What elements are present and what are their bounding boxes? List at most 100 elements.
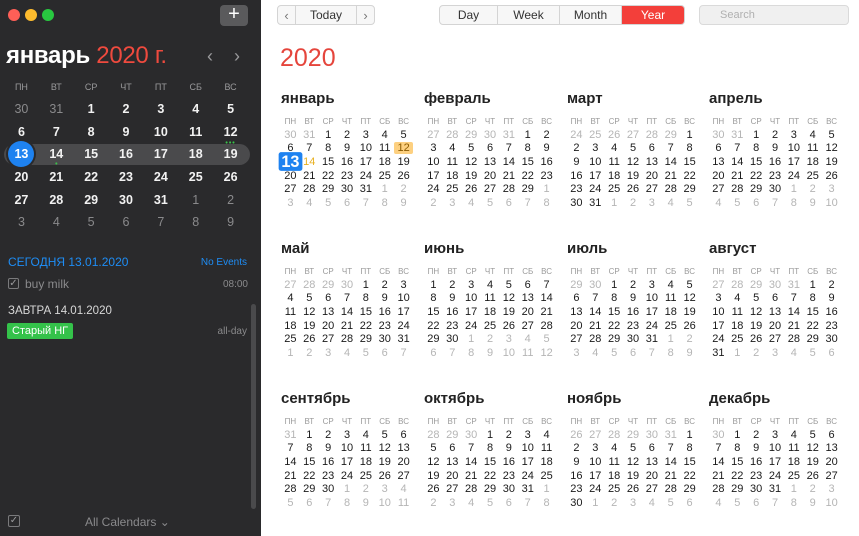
day-cell[interactable]: 18	[375, 156, 394, 168]
day-cell[interactable]: 1	[319, 129, 338, 141]
day-cell[interactable]: 29	[680, 483, 699, 495]
day-cell[interactable]: 31	[728, 129, 747, 141]
day-cell[interactable]: 29	[747, 183, 766, 195]
day-cell[interactable]: 9	[822, 292, 841, 304]
day-cell[interactable]: 9	[499, 442, 518, 454]
day-cell[interactable]: 8	[424, 292, 443, 304]
day-cell[interactable]: 18	[661, 306, 680, 318]
day-cell[interactable]: 5	[728, 197, 747, 209]
day-cell[interactable]: 4	[709, 197, 728, 209]
day-cell[interactable]: 25	[356, 470, 375, 482]
day-cell[interactable]: 21	[586, 320, 605, 332]
day-cell[interactable]: 1	[375, 183, 394, 195]
day-cell[interactable]: 4	[728, 292, 747, 304]
sidebar-scrollbar[interactable]	[251, 304, 256, 509]
day-cell[interactable]: 11	[605, 156, 624, 168]
day-cell[interactable]: 25	[784, 470, 803, 482]
day-cell[interactable]: 21	[661, 170, 680, 182]
day-cell[interactable]: 17	[586, 470, 605, 482]
mini-day[interactable]: 11	[178, 125, 213, 139]
day-cell[interactable]: 17	[394, 306, 413, 318]
day-cell[interactable]: 28	[338, 333, 357, 345]
mini-prev-month-chevron-icon[interactable]: ‹	[207, 46, 213, 67]
month-name[interactable]: октябрь	[424, 390, 556, 412]
month-name[interactable]: сентябрь	[281, 390, 413, 412]
day-cell[interactable]: 22	[300, 470, 319, 482]
month-name[interactable]: апрель	[709, 90, 841, 112]
day-cell[interactable]: 11	[443, 156, 462, 168]
day-cell[interactable]: 25	[375, 170, 394, 182]
day-cell[interactable]: 13	[822, 442, 841, 454]
day-cell[interactable]: 24	[394, 320, 413, 332]
day-cell[interactable]: 22	[518, 170, 537, 182]
view-month-button[interactable]: Month	[560, 6, 622, 24]
day-cell[interactable]: 24	[518, 470, 537, 482]
day-cell[interactable]: 28	[605, 429, 624, 441]
day-cell[interactable]: 14	[784, 306, 803, 318]
view-week-button[interactable]: Week	[498, 6, 560, 24]
day-cell[interactable]: 26	[567, 429, 586, 441]
day-cell[interactable]: 27	[281, 279, 300, 291]
day-cell[interactable]: 23	[499, 470, 518, 482]
zoom-window-button[interactable]	[42, 9, 54, 21]
mini-day[interactable]: 15	[74, 147, 109, 161]
reminder-checkbox[interactable]: ✓	[8, 278, 19, 289]
day-cell[interactable]: 14	[728, 156, 747, 168]
day-cell[interactable]: 24	[338, 470, 357, 482]
day-cell[interactable]: 13	[518, 292, 537, 304]
day-cell[interactable]: 30	[709, 429, 728, 441]
day-cell[interactable]: 23	[375, 320, 394, 332]
day-cell[interactable]: 6	[338, 197, 357, 209]
day-cell[interactable]: 30	[822, 333, 841, 345]
day-cell[interactable]: 12	[624, 156, 643, 168]
day-cell[interactable]: 7	[319, 497, 338, 509]
day-cell[interactable]: 11	[605, 456, 624, 468]
day-cell[interactable]: 19	[499, 306, 518, 318]
day-cell[interactable]: 21	[537, 306, 556, 318]
day-cell[interactable]: 22	[605, 320, 624, 332]
day-cell[interactable]: 5	[462, 142, 481, 154]
day-cell[interactable]: 8	[338, 497, 357, 509]
day-cell[interactable]: 30	[462, 429, 481, 441]
day-cell[interactable]: 14	[661, 156, 680, 168]
mini-day-today[interactable]: 13	[4, 141, 39, 168]
day-cell[interactable]: 3	[642, 279, 661, 291]
day-cell[interactable]: 22	[356, 320, 375, 332]
mini-day[interactable]: 4	[39, 215, 74, 229]
day-cell[interactable]: 31	[709, 347, 728, 359]
day-cell[interactable]: 11	[661, 292, 680, 304]
day-cell[interactable]: 22	[319, 170, 338, 182]
day-cell[interactable]: 5	[499, 279, 518, 291]
day-cell[interactable]: 30	[766, 183, 785, 195]
day-cell[interactable]: 7	[784, 292, 803, 304]
day-cell[interactable]: 5	[605, 347, 624, 359]
day-cell[interactable]: 30	[338, 279, 357, 291]
day-cell[interactable]: 4	[605, 442, 624, 454]
month-name[interactable]: март	[567, 90, 699, 112]
day-cell[interactable]: 17	[766, 456, 785, 468]
day-cell[interactable]: 29	[605, 333, 624, 345]
day-cell[interactable]: 27	[481, 183, 500, 195]
day-cell[interactable]: 1	[481, 429, 500, 441]
day-cell[interactable]: 5	[424, 442, 443, 454]
day-cell[interactable]: 3	[462, 279, 481, 291]
month-name[interactable]: август	[709, 240, 841, 262]
day-cell[interactable]: 2	[822, 279, 841, 291]
day-cell[interactable]: 29	[300, 483, 319, 495]
day-cell[interactable]: 4	[443, 142, 462, 154]
day-cell[interactable]: 28	[728, 183, 747, 195]
close-window-button[interactable]	[8, 9, 20, 21]
day-cell[interactable]: 18	[481, 306, 500, 318]
day-cell[interactable]: 27	[624, 129, 643, 141]
day-cell[interactable]: 1	[586, 497, 605, 509]
month-name[interactable]: февраль	[424, 90, 556, 112]
minimize-window-button[interactable]	[25, 9, 37, 21]
day-cell[interactable]: 6	[642, 442, 661, 454]
day-cell[interactable]: 2	[319, 429, 338, 441]
day-cell[interactable]: 21	[300, 170, 319, 182]
day-cell[interactable]: 13	[709, 156, 728, 168]
day-cell[interactable]: 3	[709, 292, 728, 304]
mini-day[interactable]: 30	[4, 102, 39, 116]
day-cell[interactable]: 6	[766, 292, 785, 304]
day-cell[interactable]: 28	[281, 483, 300, 495]
